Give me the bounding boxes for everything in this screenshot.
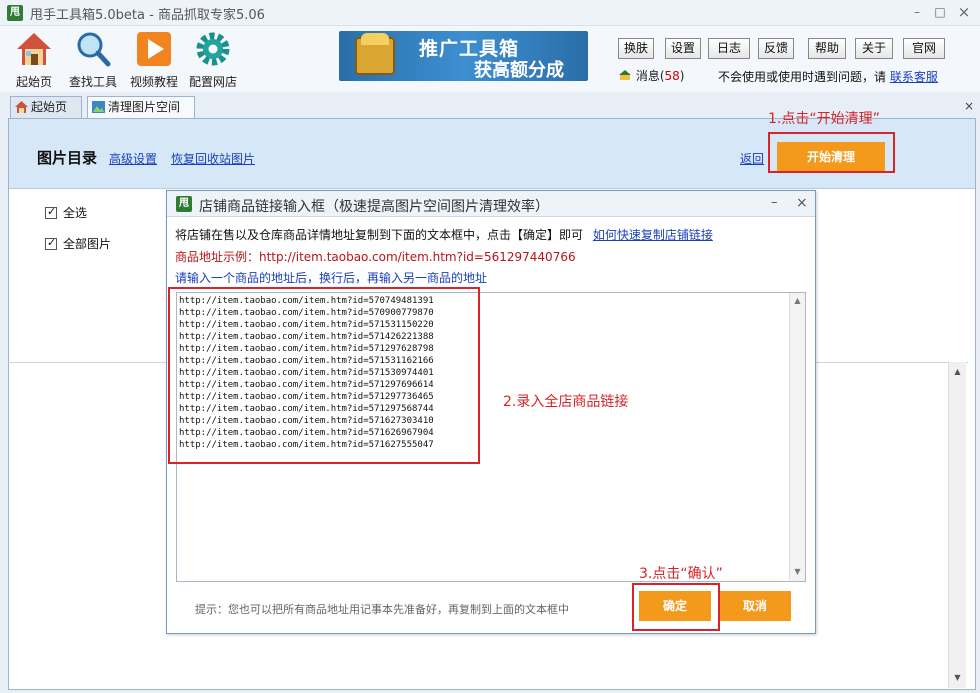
toolbar-home[interactable]: 起始页 [12,30,56,90]
search-icon [77,32,111,67]
toolbar-video-label: 视频教程 [129,75,178,89]
toolbar-search-tools[interactable]: 查找工具 [67,30,119,90]
help-text: 不会使用或使用时遇到问题，请 联系客服 [718,68,938,85]
messages-paren: ) [679,69,685,83]
maximize-button[interactable]: □ [929,3,951,21]
dialog-title-bar: 甩 店铺商品链接输入框（极速提高图片空间图片清理效率） – × [167,191,815,217]
all-images-checkbox[interactable]: 全部图片 [45,235,111,252]
how-to-copy-link[interactable]: 如何快速复制店铺链接 [593,228,713,242]
play-icon [137,32,171,66]
dialog-title: 店铺商品链接输入框（极速提高图片空间图片清理效率） [199,199,549,215]
scroll-down-icon[interactable]: ▼ [790,567,805,576]
dialog-minimize-button[interactable]: – [771,195,778,210]
settings-button[interactable]: 设置 [665,38,701,59]
scroll-up-icon[interactable]: ▲ [790,296,805,305]
tab-start-page-label: 起始页 [31,100,68,114]
about-button[interactable]: 关于 [855,38,893,59]
title-bar: 甩 甩手工具箱5.0beta - 商品抓取专家5.06 – □ × [0,0,980,26]
close-tab-icon[interactable]: × [964,99,974,113]
checkbox-icon [45,236,57,250]
highlight-start-button [768,132,895,173]
highlight-url-list [168,287,480,464]
home-icon [17,33,51,65]
checkbox-icon [45,205,57,219]
dialog-instruction: 将店铺在售以及仓库商品详情地址复制到下面的文本框中，点击【确定】即可 如何快速复… [175,226,713,243]
restore-recycle-link[interactable]: 恢复回收站图片 [171,150,255,167]
tab-start-page[interactable]: 起始页 [10,96,82,118]
tab-clean-label: 清理图片空间 [108,100,181,114]
annotation-step1: 1.点击“开始清理” [768,111,880,127]
messages-link[interactable]: 消息(58) [618,67,684,84]
dialog-close-button[interactable]: × [796,195,808,211]
toolbar-video-tutorial[interactable]: 视频教程 [128,30,180,90]
panel-scrollbar[interactable]: ▲ ▼ [948,362,966,688]
messages-count: 58 [664,69,680,83]
close-button[interactable]: × [953,3,975,21]
all-images-label: 全部图片 [63,237,112,251]
input-hint-text: 请输入一个商品的地址后，换行后，再输入另一商品的地址 [175,271,488,285]
toolbar-config-label: 配置网店 [188,75,237,89]
home-icon [15,101,28,113]
treasure-chest-icon [355,33,395,75]
window-title: 甩手工具箱5.0beta - 商品抓取专家5.06 [30,8,265,23]
back-link[interactable]: 返回 [740,150,764,167]
skin-button[interactable]: 换肤 [618,38,654,59]
image-icon [92,101,105,113]
message-icon [619,70,631,80]
help-button[interactable]: 帮助 [808,38,846,59]
log-button[interactable]: 日志 [708,38,750,59]
contact-support-link[interactable]: 联系客服 [890,70,938,84]
scroll-up-icon[interactable]: ▲ [949,364,966,380]
gear-icon [196,32,230,66]
select-all-checkbox[interactable]: 全选 [45,204,87,221]
annotation-step3: 3.点击“确认” [639,566,723,582]
dialog-logo: 甩 [176,196,192,212]
tab-clean-image-space[interactable]: 清理图片空间 [87,96,195,118]
instruction-text: 将店铺在售以及仓库商品详情地址复制到下面的文本框中，点击【确定】即可 [175,228,584,242]
minimize-button[interactable]: – [906,3,928,21]
toolbar-home-label: 起始页 [15,75,52,89]
highlight-confirm-button [632,583,720,631]
example-url-text: 商品地址示例：http://item.taobao.com/item.htm?i… [175,250,576,264]
toolbar-config-store[interactable]: 配置网店 [187,30,239,90]
textarea-scrollbar[interactable]: ▲ ▼ [789,293,805,581]
annotation-step2: 2.录入全店商品链接 [503,394,629,410]
help-prompt: 不会使用或使用时遇到问题，请 [718,70,887,84]
dialog-tip: 提示：您也可以把所有商品地址用记事本先准备好，再复制到上面的文本框中 [195,603,569,616]
banner-line2: 获高额分成 [474,60,564,81]
website-button[interactable]: 官网 [903,38,945,59]
select-all-label: 全选 [63,206,88,220]
messages-label: 消息( [635,69,665,83]
advanced-settings-link[interactable]: 高级设置 [109,150,157,167]
image-directory-heading: 图片目录 [37,149,98,167]
promo-banner[interactable]: 推广工具箱 获高额分成 [339,31,588,81]
toolbar-search-label: 查找工具 [68,75,117,89]
app-logo: 甩 [7,5,23,21]
scroll-down-icon[interactable]: ▼ [949,670,966,686]
main-toolbar: 起始页 查找工具 视频教程 配置网店 推广工具箱 获高额分成 换肤 设置 日志 … [0,26,980,92]
feedback-button[interactable]: 反馈 [758,38,794,59]
cancel-button[interactable]: 取消 [719,591,791,621]
